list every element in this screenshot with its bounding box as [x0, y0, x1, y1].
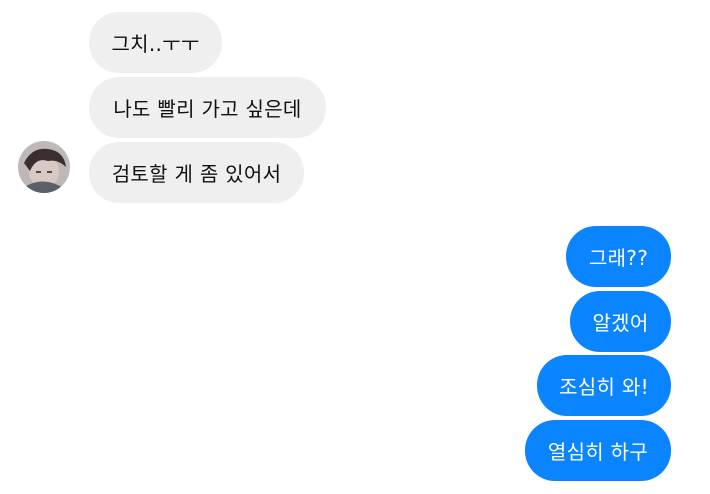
- received-message[interactable]: 검토할 게 좀 있어서: [89, 142, 304, 203]
- contact-avatar[interactable]: [18, 141, 70, 193]
- message-text: 검토할 게 좀 있어서: [111, 162, 282, 186]
- sent-message[interactable]: 알겠어: [570, 291, 671, 352]
- received-message[interactable]: 나도 빨리 가고 싶은데: [89, 77, 326, 138]
- sent-message[interactable]: 조심히 와!: [537, 355, 671, 416]
- message-text: 나도 빨리 가고 싶은데: [113, 97, 302, 121]
- message-text: 그치..ㅜㅜ: [111, 32, 200, 56]
- avatar-photo: [18, 141, 70, 193]
- message-text: 열심히 하구: [547, 440, 649, 464]
- message-text: 알겠어: [592, 311, 649, 335]
- received-message[interactable]: 그치..ㅜㅜ: [89, 12, 222, 73]
- message-text: 조심히 와!: [559, 375, 649, 399]
- message-text: 그래??: [588, 246, 649, 270]
- sent-message[interactable]: 열심히 하구: [525, 420, 671, 481]
- sent-message[interactable]: 그래??: [566, 226, 671, 287]
